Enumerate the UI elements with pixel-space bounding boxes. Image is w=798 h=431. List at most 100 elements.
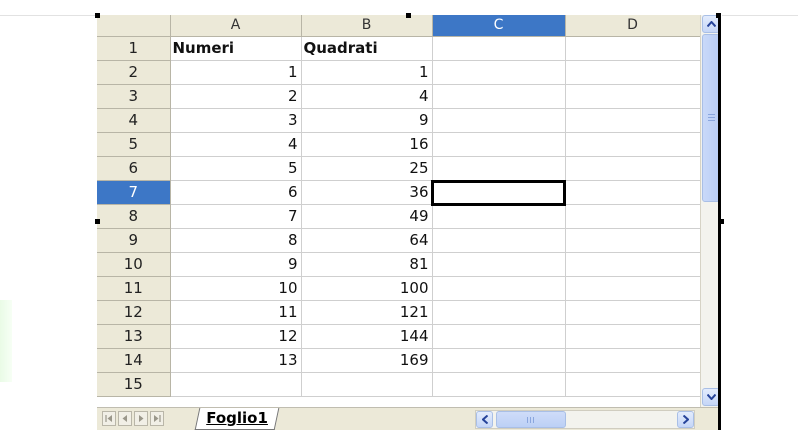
cell-d[interactable] xyxy=(565,228,701,253)
select-all-corner[interactable] xyxy=(97,15,171,37)
column-header-c[interactable]: C xyxy=(432,15,566,37)
resize-handle[interactable] xyxy=(716,13,721,18)
row-header[interactable]: 13 xyxy=(97,324,171,349)
cell-a[interactable]: 2 xyxy=(170,84,302,109)
cell-a[interactable]: 9 xyxy=(170,252,302,277)
cell-b[interactable]: 81 xyxy=(301,252,433,277)
column-header-b[interactable]: B xyxy=(301,15,433,37)
horizontal-scrollbar[interactable] xyxy=(475,410,695,429)
cell-d[interactable] xyxy=(565,156,701,181)
row-header[interactable]: 4 xyxy=(97,108,171,133)
row-header[interactable]: 15 xyxy=(97,372,171,397)
cell-d[interactable] xyxy=(565,132,701,157)
row-header[interactable]: 1 xyxy=(97,36,171,61)
horizontal-scroll-thumb[interactable] xyxy=(496,411,566,428)
row-header[interactable]: 10 xyxy=(97,252,171,277)
resize-handle[interactable] xyxy=(95,13,100,18)
vertical-scrollbar[interactable] xyxy=(700,15,720,407)
cell-a[interactable]: 13 xyxy=(170,348,302,373)
cell-c[interactable] xyxy=(432,156,566,181)
cell-c[interactable] xyxy=(432,372,566,397)
cell-a[interactable]: 3 xyxy=(170,108,302,133)
cell-a[interactable]: 6 xyxy=(170,180,302,205)
cell-b[interactable]: 169 xyxy=(301,348,433,373)
cell-a[interactable]: 7 xyxy=(170,204,302,229)
cell-d[interactable] xyxy=(565,348,701,373)
cell-b[interactable]: 100 xyxy=(301,276,433,301)
row-header[interactable]: 12 xyxy=(97,300,171,325)
table-row: 8 7 49 xyxy=(97,204,701,229)
cell-b[interactable]: 9 xyxy=(301,108,433,133)
prev-sheet-icon[interactable] xyxy=(118,411,132,426)
spreadsheet-object[interactable]: A B C D 1 Numeri Quadrati 2 1 1 3 2 4 4 3 9 5 4 16 6 5 25… xyxy=(97,15,720,430)
cell-c[interactable] xyxy=(432,276,566,301)
cell-b[interactable]: 49 xyxy=(301,204,433,229)
cell-a[interactable]: 4 xyxy=(170,132,302,157)
cell-b[interactable]: 144 xyxy=(301,324,433,349)
cell-d[interactable] xyxy=(565,324,701,349)
active-cell-c7[interactable] xyxy=(431,179,566,206)
fill-handle[interactable] xyxy=(562,202,564,204)
resize-handle[interactable] xyxy=(95,219,100,224)
cell-d[interactable] xyxy=(565,252,701,277)
cell-c[interactable] xyxy=(432,132,566,157)
cell-a[interactable]: 11 xyxy=(170,300,302,325)
cell-a[interactable]: 10 xyxy=(170,276,302,301)
column-header-a[interactable]: A xyxy=(170,15,302,37)
cell-d[interactable] xyxy=(565,60,701,85)
cell-c[interactable] xyxy=(432,60,566,85)
cell-b[interactable]: Quadrati xyxy=(301,36,433,61)
cell-d[interactable] xyxy=(565,204,701,229)
cell-c[interactable] xyxy=(432,84,566,109)
cell-b[interactable]: 121 xyxy=(301,300,433,325)
resize-handle[interactable] xyxy=(719,219,724,224)
cell-c[interactable] xyxy=(432,348,566,373)
next-sheet-icon[interactable] xyxy=(134,411,148,426)
cell-c[interactable] xyxy=(432,228,566,253)
last-sheet-icon[interactable] xyxy=(150,411,164,426)
cell-a[interactable]: Numeri xyxy=(170,36,302,61)
row-header[interactable]: 7 xyxy=(97,180,171,205)
cell-a[interactable]: 8 xyxy=(170,228,302,253)
row-header[interactable]: 14 xyxy=(97,348,171,373)
row-header[interactable]: 6 xyxy=(97,156,171,181)
cell-c[interactable] xyxy=(432,300,566,325)
cell-d[interactable] xyxy=(565,276,701,301)
cell-b[interactable]: 1 xyxy=(301,60,433,85)
row-header[interactable]: 3 xyxy=(97,84,171,109)
row-header[interactable]: 9 xyxy=(97,228,171,253)
cell-a[interactable] xyxy=(170,372,302,397)
cell-d[interactable] xyxy=(565,84,701,109)
cell-a[interactable]: 12 xyxy=(170,324,302,349)
column-header-d[interactable]: D xyxy=(565,15,701,37)
cell-d[interactable] xyxy=(565,180,701,205)
first-sheet-icon[interactable] xyxy=(102,411,116,426)
cell-b[interactable]: 36 xyxy=(301,180,433,205)
cell-c[interactable] xyxy=(432,252,566,277)
cell-d[interactable] xyxy=(565,300,701,325)
cell-c[interactable] xyxy=(432,36,566,61)
cell-a[interactable]: 5 xyxy=(170,156,302,181)
row-header[interactable]: 11 xyxy=(97,276,171,301)
cell-d[interactable] xyxy=(565,36,701,61)
cell-b[interactable]: 16 xyxy=(301,132,433,157)
cell-d[interactable] xyxy=(565,372,701,397)
row-header[interactable]: 5 xyxy=(97,132,171,157)
resize-handle[interactable] xyxy=(406,13,411,18)
cell-b[interactable]: 64 xyxy=(301,228,433,253)
row-header[interactable]: 8 xyxy=(97,204,171,229)
cell-a[interactable]: 1 xyxy=(170,60,302,85)
grip-line xyxy=(533,417,534,423)
cell-b[interactable]: 25 xyxy=(301,156,433,181)
row-header[interactable]: 2 xyxy=(97,60,171,85)
scroll-left-icon[interactable] xyxy=(476,411,493,428)
cell-b[interactable] xyxy=(301,372,433,397)
scroll-right-icon[interactable] xyxy=(677,411,694,428)
spreadsheet-grid: A B C D 1 Numeri Quadrati 2 1 1 3 2 4 4 3 9 5 4 16 6 5 25… xyxy=(97,15,701,397)
cell-d[interactable] xyxy=(565,108,701,133)
cell-b[interactable]: 4 xyxy=(301,84,433,109)
tab-foglio1[interactable]: Foglio1 xyxy=(194,408,280,430)
cell-c[interactable] xyxy=(432,108,566,133)
cell-c[interactable] xyxy=(432,204,566,229)
cell-c[interactable] xyxy=(432,324,566,349)
